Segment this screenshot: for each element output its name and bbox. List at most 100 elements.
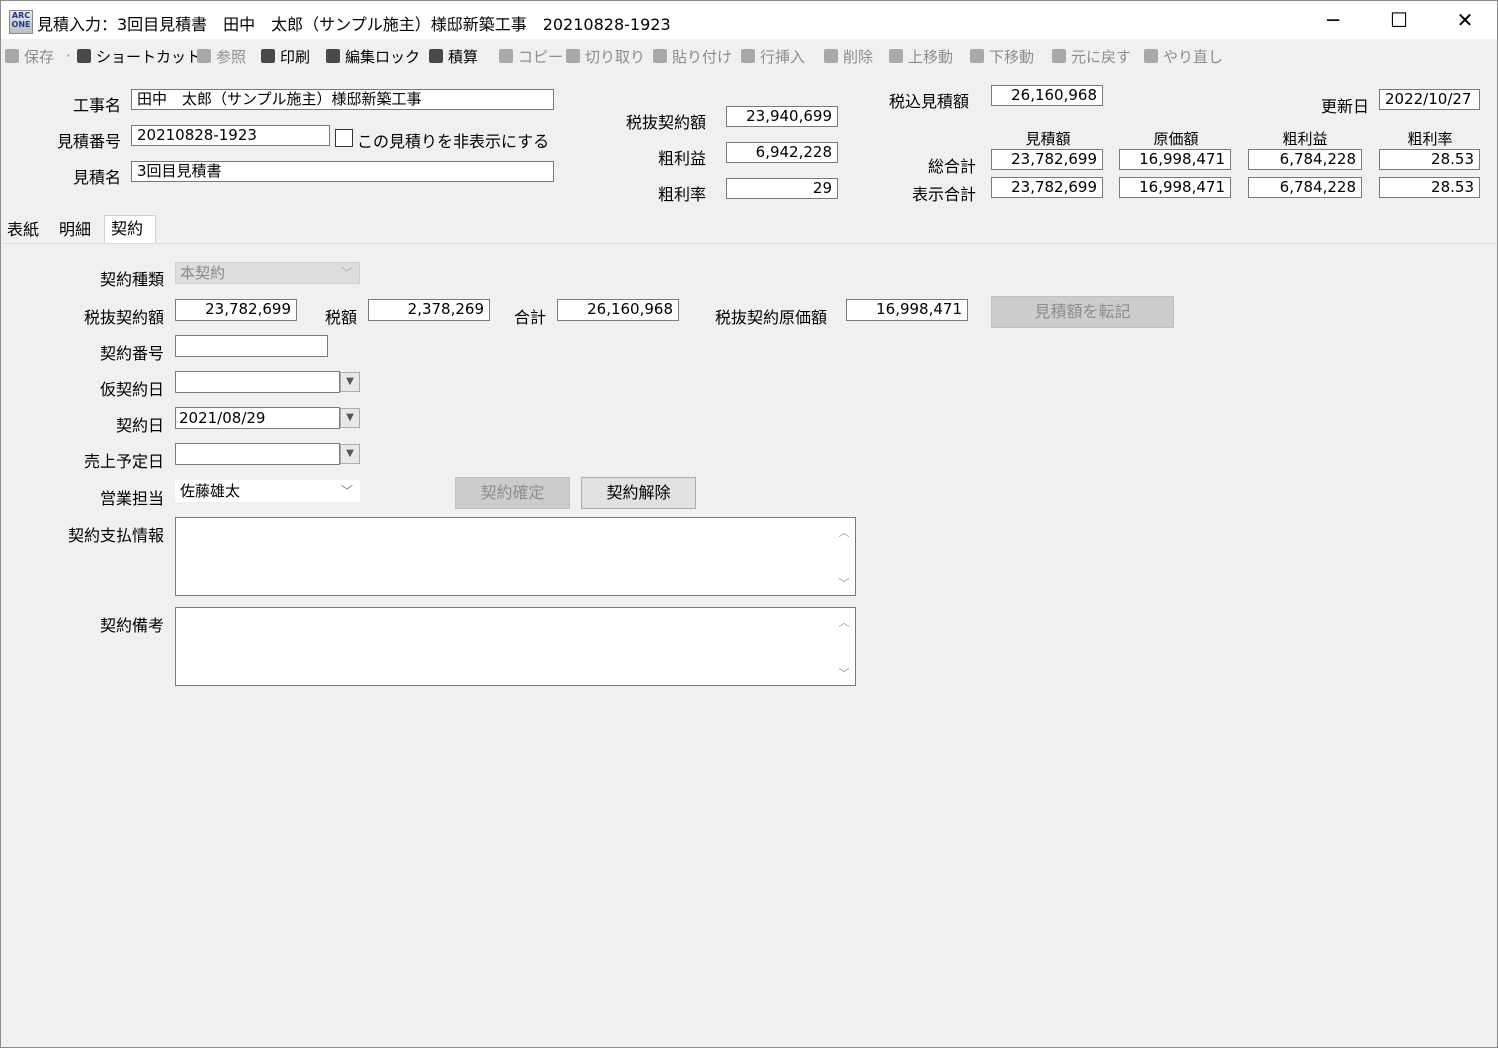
calendar-dropdown-icon[interactable]: ▼ xyxy=(340,444,360,464)
maximize-button[interactable]: ☐ xyxy=(1369,1,1429,39)
toolbar: 保存 · ショートカット 参照 印刷 編集ロック 積算 コピー 切り取り 貼り付… xyxy=(1,41,1231,71)
contract-no-label: 契約番号 xyxy=(99,344,164,363)
shortcut-icon xyxy=(77,49,91,63)
tab-contract[interactable]: 契約 xyxy=(104,215,157,246)
print-button[interactable]: 印刷 xyxy=(261,45,310,67)
contract-type-value: 本契約 xyxy=(180,264,226,282)
gross-profit-label: 粗利益 xyxy=(657,149,706,168)
summary-display-rate: 28.53 xyxy=(1379,177,1480,198)
contract-total-label: 合計 xyxy=(513,308,546,327)
redo-icon xyxy=(1144,49,1158,63)
contract-total-field: 26,160,968 xyxy=(557,299,679,321)
edit-lock-label: 編集ロック xyxy=(345,47,421,66)
project-name-field[interactable]: 田中 太郎（サンプル施主）様邸新築工事 xyxy=(131,89,554,110)
payment-info-textarea[interactable]: ︿ ﹀ xyxy=(175,517,856,596)
reference-button[interactable]: 参照 xyxy=(197,45,246,67)
tax-incl-value: 26,160,968 xyxy=(991,85,1103,106)
move-up-button[interactable]: 上移動 xyxy=(889,45,953,67)
move-up-label: 上移動 xyxy=(908,47,954,66)
gross-profit-value: 6,942,228 xyxy=(726,142,838,163)
calendar-dropdown-icon[interactable]: ▼ xyxy=(340,372,360,392)
window-title: 見積入力：3回目見積書 田中 太郎（サンプル施主）様邸新築工事 20210828… xyxy=(37,15,671,34)
printer-icon xyxy=(261,49,275,63)
move-down-icon xyxy=(970,49,984,63)
save-button[interactable]: 保存 xyxy=(5,45,54,67)
transfer-estimate-button[interactable]: 見積額を転記 xyxy=(991,296,1174,328)
contract-date-value[interactable]: 2021/08/29 xyxy=(175,407,340,429)
delete-button[interactable]: 削除 xyxy=(824,45,873,67)
move-down-button[interactable]: 下移動 xyxy=(970,45,1034,67)
minimize-button[interactable]: ─ xyxy=(1303,1,1363,39)
contract-amount-field[interactable]: 23,782,699 xyxy=(175,299,297,321)
project-name-label: 工事名 xyxy=(72,96,121,115)
summary-col-cost: 原価額 xyxy=(1153,130,1199,148)
sales-rep-value: 佐藤雄太 xyxy=(180,482,241,500)
sales-rep-select[interactable]: 佐藤雄太 ﹀ xyxy=(175,480,360,502)
app-logo-icon: ARC ONE xyxy=(9,10,33,34)
provisional-date-picker[interactable]: ▼ xyxy=(175,371,361,393)
redo-label: やり直し xyxy=(1163,47,1224,66)
save-label: 保存 xyxy=(24,47,55,66)
undo-button[interactable]: 元に戻す xyxy=(1052,45,1131,67)
payment-info-label: 契約支払情報 xyxy=(67,526,164,545)
sales-date-picker[interactable]: ▼ xyxy=(175,443,361,465)
provisional-date-label: 仮契約日 xyxy=(99,380,164,399)
hide-estimate-checkbox[interactable] xyxy=(335,129,353,147)
paste-label: 貼り付け xyxy=(672,47,733,66)
scroll-up-icon[interactable]: ︿ xyxy=(833,614,855,630)
tax-incl-label: 税込見積額 xyxy=(888,92,969,111)
gross-rate-label: 粗利率 xyxy=(657,185,706,204)
contract-cost-field[interactable]: 16,998,471 xyxy=(846,299,968,321)
shortcut-button[interactable]: ショートカット xyxy=(77,45,201,67)
sales-date-value[interactable] xyxy=(175,443,340,465)
summary-row-total-label: 総合計 xyxy=(927,157,976,176)
contract-date-picker[interactable]: 2021/08/29 ▼ xyxy=(175,407,361,429)
summary-total-cost: 16,998,471 xyxy=(1119,149,1231,170)
contract-tax-field[interactable]: 2,378,269 xyxy=(368,299,490,321)
edit-lock-button[interactable]: 編集ロック xyxy=(326,45,420,67)
contract-tax-label: 税額 xyxy=(324,308,357,327)
app-window: ARC ONE 見積入力：3回目見積書 田中 太郎（サンプル施主）様邸新築工事 … xyxy=(0,0,1498,1048)
move-down-label: 下移動 xyxy=(989,47,1035,66)
toolbar-separator-dot: · xyxy=(66,47,71,65)
contract-type-select[interactable]: 本契約 ﹀ xyxy=(175,262,360,284)
estimate-name-field[interactable]: 3回目見積書 xyxy=(131,161,554,182)
provisional-date-value[interactable] xyxy=(175,371,340,393)
paste-button[interactable]: 貼り付け xyxy=(653,45,732,67)
scrollbar[interactable]: ︿ ﹀ xyxy=(833,608,855,685)
summary-total-rate: 28.53 xyxy=(1379,149,1480,170)
save-icon xyxy=(5,49,19,63)
tab-details[interactable]: 明細 xyxy=(55,217,95,243)
insert-row-label: 行挿入 xyxy=(760,47,806,66)
copy-label: コピー xyxy=(518,47,564,66)
scroll-up-icon[interactable]: ︿ xyxy=(833,524,855,540)
scroll-down-icon[interactable]: ﹀ xyxy=(833,665,855,681)
tab-cover[interactable]: 表紙 xyxy=(3,217,43,243)
contract-ex-tax-label: 税抜契約額 xyxy=(625,113,706,132)
lock-icon xyxy=(326,49,340,63)
hide-estimate-label: この見積りを非表示にする xyxy=(357,132,550,151)
notes-textarea[interactable]: ︿ ﹀ xyxy=(175,607,856,686)
calculator-icon xyxy=(429,49,443,63)
estimate-calc-button[interactable]: 積算 xyxy=(429,45,478,67)
estimate-no-field[interactable]: 20210828-1923 xyxy=(131,125,330,146)
contract-no-field[interactable] xyxy=(175,335,328,357)
close-button[interactable]: ✕ xyxy=(1435,1,1495,39)
contract-ex-tax-value: 23,940,699 xyxy=(726,106,838,127)
contract-cost-label: 税抜契約原価額 xyxy=(714,308,827,327)
summary-row-display-label: 表示合計 xyxy=(911,185,976,204)
cut-button[interactable]: 切り取り xyxy=(566,45,645,67)
estimate-no-label: 見積番号 xyxy=(56,132,121,151)
calendar-dropdown-icon[interactable]: ▼ xyxy=(340,408,360,428)
cancel-contract-button[interactable]: 契約解除 xyxy=(581,477,696,509)
scrollbar[interactable]: ︿ ﹀ xyxy=(833,518,855,595)
summary-col-estimate: 見積額 xyxy=(1025,130,1071,148)
scroll-down-icon[interactable]: ﹀ xyxy=(833,575,855,591)
trash-icon xyxy=(824,49,838,63)
redo-button[interactable]: やり直し xyxy=(1144,45,1223,67)
chevron-down-icon: ﹀ xyxy=(340,484,353,498)
confirm-contract-button[interactable]: 契約確定 xyxy=(455,477,570,509)
insert-row-button[interactable]: 行挿入 xyxy=(741,45,805,67)
shortcut-label: ショートカット xyxy=(96,47,202,66)
copy-button[interactable]: コピー xyxy=(499,45,563,67)
